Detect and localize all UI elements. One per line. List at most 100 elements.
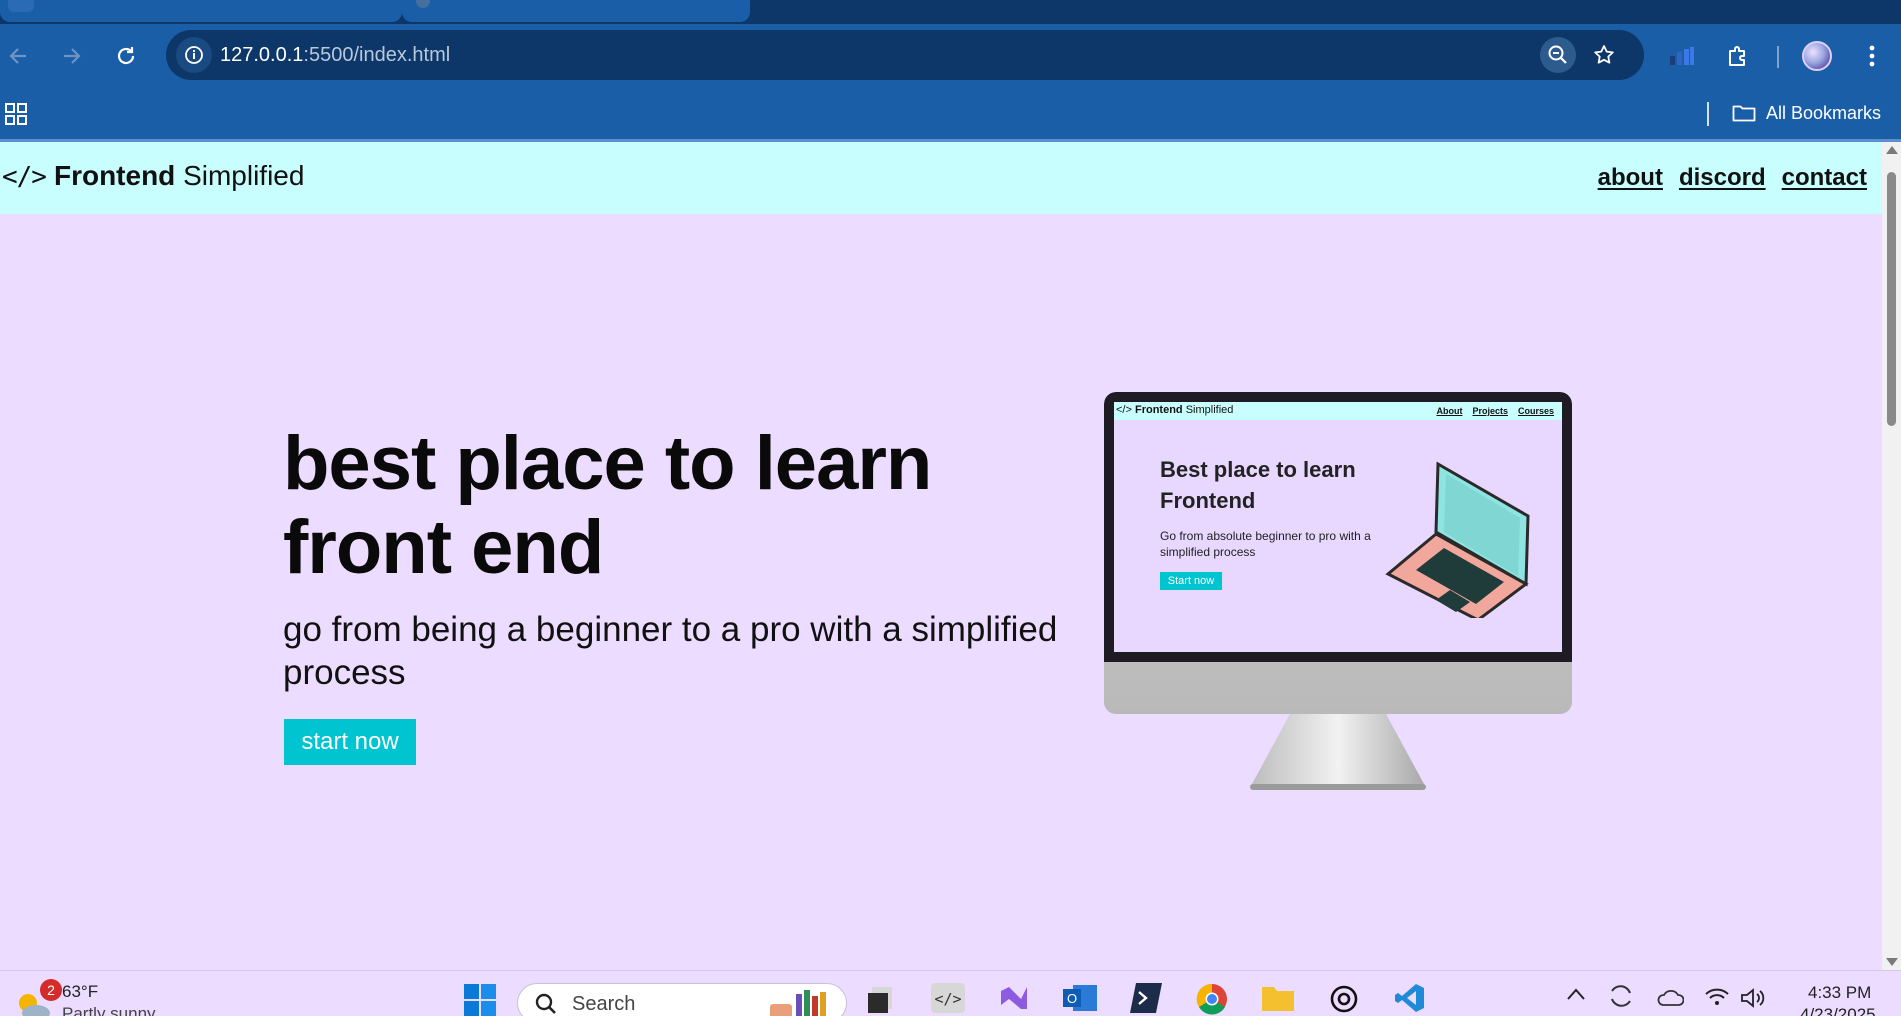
mini-brand: </> Frontend Simplified: [1116, 404, 1233, 416]
all-bookmarks-button[interactable]: All Bookmarks: [1732, 98, 1881, 128]
tab-favicon-icon: [416, 0, 430, 8]
file-explorer-icon: [1262, 987, 1294, 1011]
weather-description: Partly sunny: [62, 1004, 156, 1016]
site-info-button[interactable]: [176, 37, 212, 73]
url-text[interactable]: 127.0.0.1:5500/index.html: [220, 30, 450, 80]
code-brackets-icon: </>: [2, 162, 47, 192]
mini-nav-item: Courses: [1517, 406, 1554, 416]
hero-subtitle: go from being a beginner to a pro with a…: [283, 610, 1058, 692]
taskbar-search[interactable]: Search: [517, 983, 847, 1016]
mini-title: Best place to learn Frontend: [1160, 457, 1356, 513]
bookmark-star-button[interactable]: [1586, 37, 1622, 73]
volume-icon[interactable]: [1740, 987, 1768, 1009]
brand-name-light: Simplified: [183, 160, 305, 191]
nav-link-about[interactable]: about: [1598, 164, 1663, 192]
forward-button[interactable]: [54, 38, 90, 74]
puzzle-icon: [1729, 46, 1745, 66]
monitor-bezel: </> Frontend Simplified About Projects C…: [1104, 392, 1572, 662]
profile-button[interactable]: [1799, 38, 1835, 74]
taskbar-app-file-stack[interactable]: [860, 977, 900, 1016]
bookmarks-divider: [1707, 102, 1709, 126]
taskbar-app-code-editor[interactable]: </>: [928, 977, 968, 1016]
chatgpt-icon: [1330, 985, 1358, 1013]
wifi-icon[interactable]: [1704, 987, 1730, 1007]
chrome-icon: [1196, 983, 1227, 1015]
brand-name-strong: Frontend: [53, 160, 176, 191]
hero-title: best place to learn front end: [283, 421, 932, 590]
taskbar-app-vscode[interactable]: [1390, 977, 1430, 1016]
svg-text:</>: </>: [934, 990, 961, 1008]
search-icon: [535, 993, 556, 1014]
tab-2[interactable]: [402, 0, 750, 22]
start-now-button[interactable]: start now: [284, 719, 416, 765]
tray-chevron-up-icon[interactable]: [1566, 987, 1586, 1001]
taskbar-app-file-explorer[interactable]: [1258, 977, 1298, 1016]
zoom-button[interactable]: [1540, 37, 1576, 73]
clock-date[interactable]: 4/23/2025: [1800, 1005, 1876, 1016]
monitor-screen: </> Frontend Simplified About Projects C…: [1114, 402, 1562, 652]
apps-button[interactable]: [2, 100, 30, 128]
tab-strip: [0, 0, 1901, 24]
bar-meter-icon: [1670, 47, 1694, 65]
windows-start-icon: [464, 984, 496, 1016]
bookmarks-bar: All Bookmarks: [0, 88, 1901, 142]
folder-icon: [1732, 105, 1756, 122]
toolbar-divider: [1777, 46, 1779, 68]
mini-nav-item: Projects: [1472, 406, 1508, 416]
all-bookmarks-label: All Bookmarks: [1766, 102, 1882, 123]
avatar: [1802, 41, 1832, 71]
monitor-stand: [1252, 714, 1424, 784]
mini-brand-strong: Frontend: [1134, 404, 1183, 416]
extension-meter-button[interactable]: [1664, 38, 1700, 74]
svg-text:O: O: [1067, 991, 1077, 1006]
site-logo[interactable]: </> Frontend Simplified: [2, 160, 304, 192]
weather-notification-badge: 2: [40, 979, 62, 1001]
taskbar-app-chatgpt[interactable]: [1324, 977, 1364, 1016]
tab-favicon-icon: [8, 0, 34, 12]
url-host: 127.0.0.1: [220, 44, 304, 66]
taskbar-app-visual-studio[interactable]: [994, 977, 1034, 1016]
monitor-illustration: </> Frontend Simplified About Projects C…: [1104, 392, 1572, 792]
nav-link-contact[interactable]: contact: [1782, 164, 1867, 192]
apps-grid-icon: [5, 103, 27, 125]
taskbar-app-outlook[interactable]: O: [1060, 977, 1100, 1016]
url-path: :5500/index.html: [303, 44, 451, 66]
taskbar-app-chrome[interactable]: [1192, 977, 1232, 1016]
scroll-down-arrow-icon[interactable]: [1886, 958, 1898, 966]
mini-site-header: </> Frontend Simplified About Projects C…: [1114, 402, 1562, 420]
address-bar[interactable]: 127.0.0.1:5500/index.html: [166, 30, 1644, 80]
monitor-frame: </> Frontend Simplified About Projects C…: [1104, 392, 1572, 714]
extensions-button[interactable]: [1720, 38, 1756, 74]
terminal-icon: [1130, 983, 1162, 1013]
reload-icon: [117, 47, 135, 65]
site-nav: about discord contact: [1598, 164, 1867, 192]
page-scrollbar[interactable]: [1882, 142, 1901, 970]
taskbar-app-terminal[interactable]: [1126, 977, 1166, 1016]
onedrive-cloud-icon[interactable]: [1656, 989, 1684, 1007]
scroll-up-arrow-icon[interactable]: [1886, 146, 1898, 154]
scrollbar-thumb[interactable]: [1887, 172, 1896, 426]
visual-studio-icon: [1001, 987, 1027, 1009]
back-button[interactable]: [0, 38, 36, 74]
weather-temperature: 63°F: [62, 982, 99, 1001]
nav-link-discord[interactable]: discord: [1679, 164, 1766, 192]
windows-start-button[interactable]: [460, 977, 500, 1016]
laptop-icon: [1385, 461, 1530, 618]
clock-time[interactable]: 4:33 PM: [1808, 983, 1871, 1003]
reload-button[interactable]: [108, 38, 144, 74]
web-page: </> Frontend Simplified about discord co…: [0, 142, 1882, 970]
vscode-icon: [1395, 984, 1424, 1012]
tray-sync-icon[interactable]: [1606, 983, 1636, 1009]
monitor-stand-base: [1250, 784, 1426, 790]
search-label: Search: [572, 993, 636, 1015]
code-editor-icon: </>: [931, 983, 965, 1013]
mini-brand-light: Simplified: [1185, 404, 1234, 416]
browser-menu-button[interactable]: [1854, 38, 1890, 74]
mini-nav: About Projects Courses: [1436, 406, 1554, 416]
star-icon: [1594, 45, 1614, 64]
back-arrow-icon: [9, 48, 26, 64]
weather-widget[interactable]: 2 63°F Partly sunny: [10, 979, 160, 1016]
mini-subtitle: Go from absolute beginner to pro with a …: [1160, 529, 1371, 559]
file-stack-icon: [868, 987, 892, 1013]
tab-1[interactable]: [0, 0, 402, 22]
